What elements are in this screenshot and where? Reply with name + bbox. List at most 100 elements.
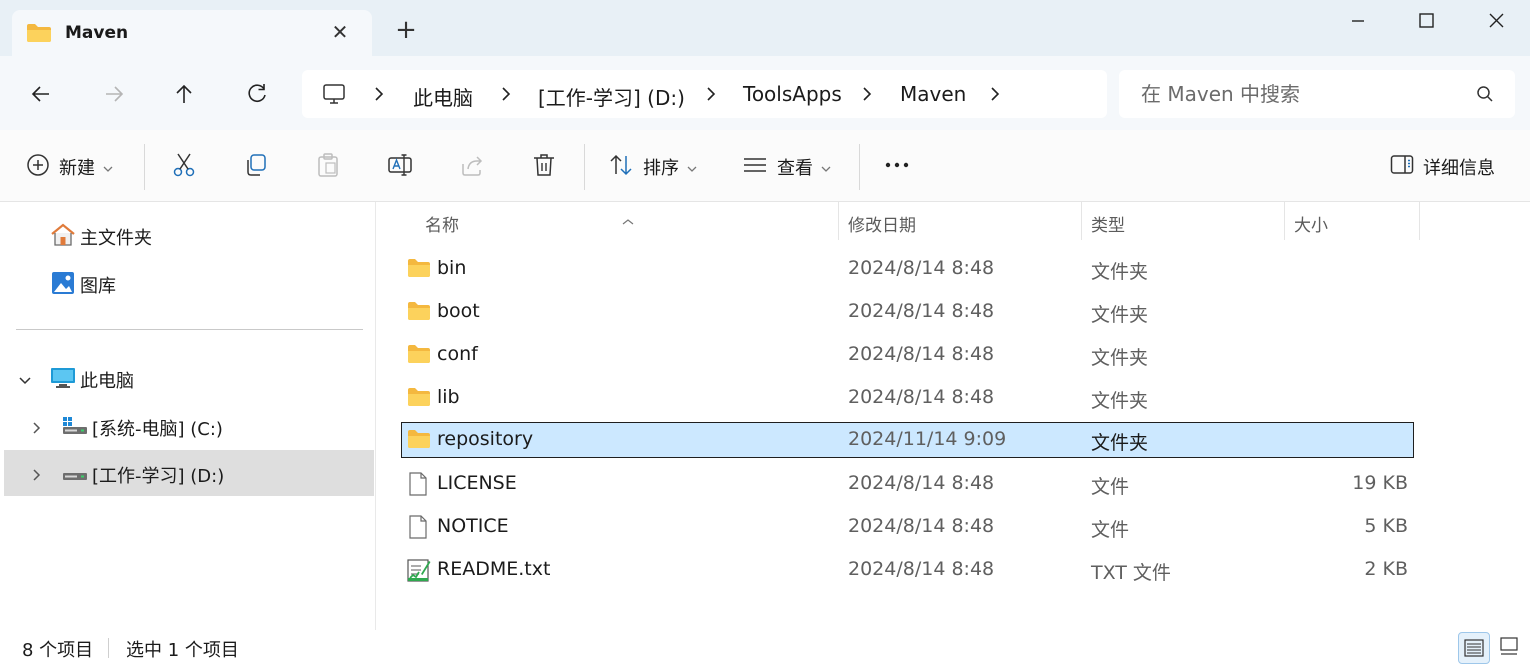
view-button[interactable]: 查看 bbox=[742, 152, 831, 182]
refresh-button[interactable] bbox=[243, 80, 271, 108]
delete-button[interactable] bbox=[531, 152, 557, 182]
share-icon bbox=[459, 152, 485, 183]
details-pane-icon bbox=[1390, 154, 1414, 181]
tab-maven[interactable]: Maven ✕ bbox=[12, 10, 372, 57]
plus-circle-icon bbox=[26, 153, 50, 182]
back-button[interactable] bbox=[27, 80, 55, 108]
file-modified: 2024/8/14 8:48 bbox=[848, 257, 995, 279]
file-type: 文件夹 bbox=[1091, 432, 1149, 454]
table-row[interactable]: lib 2024/8/14 8:48 文件夹 bbox=[401, 380, 1414, 416]
sort-button[interactable]: 排序 bbox=[608, 152, 697, 182]
chevron-right-icon[interactable] bbox=[860, 85, 874, 103]
file-size: 19 KB bbox=[1352, 472, 1408, 494]
share-button[interactable] bbox=[459, 152, 485, 182]
sidebar-item-drive-c[interactable]: [系统-电脑] (C:) bbox=[0, 403, 374, 449]
navigation-bar: 此电脑 [工作-学习] (D:) ToolsApps Maven bbox=[0, 56, 1530, 130]
file-name: NOTICE bbox=[437, 515, 509, 537]
large-icons-view-button[interactable] bbox=[1494, 632, 1526, 664]
details-pane-label: 详细信息 bbox=[1423, 158, 1495, 179]
forward-button[interactable] bbox=[100, 80, 128, 108]
folder-icon bbox=[407, 257, 431, 284]
chevron-right-icon[interactable] bbox=[988, 85, 1002, 103]
up-button[interactable] bbox=[170, 80, 198, 108]
table-row[interactable]: LICENSE 2024/8/14 8:48 文件 19 KB bbox=[401, 466, 1414, 502]
maximize-button[interactable] bbox=[1406, 8, 1446, 34]
table-row[interactable]: NOTICE 2024/8/14 8:48 文件 5 KB bbox=[401, 509, 1414, 545]
sort-icon bbox=[608, 152, 634, 183]
file-name: lib bbox=[437, 386, 460, 408]
chevron-right-icon[interactable] bbox=[31, 419, 43, 440]
file-modified: 2024/8/14 8:48 bbox=[848, 386, 995, 408]
new-button[interactable]: 新建 bbox=[26, 152, 113, 182]
selection-count: 选中 1 个项目 bbox=[126, 640, 239, 661]
column-header-type[interactable]: 类型 bbox=[1091, 211, 1125, 236]
breadcrumb-maven[interactable]: Maven bbox=[900, 82, 966, 106]
sidebar-item-label: 此电脑 bbox=[80, 371, 134, 392]
minimize-button[interactable] bbox=[1338, 8, 1378, 34]
breadcrumb-drive-d[interactable]: [工作-学习] (D:) bbox=[538, 82, 685, 111]
chevron-right-icon[interactable] bbox=[499, 85, 513, 103]
computer-icon bbox=[50, 366, 76, 395]
table-row[interactable]: bin 2024/8/14 8:48 文件夹 bbox=[401, 251, 1414, 287]
file-modified: 2024/8/14 8:48 bbox=[848, 558, 995, 580]
details-pane-button[interactable]: 详细信息 bbox=[1390, 152, 1495, 182]
rename-button[interactable] bbox=[387, 152, 413, 182]
column-divider[interactable] bbox=[1081, 202, 1082, 240]
drive-icon bbox=[62, 461, 88, 490]
copy-icon bbox=[243, 152, 269, 183]
command-bar: 新建 排序 查看 详细信息 bbox=[0, 130, 1530, 202]
sidebar-divider bbox=[16, 329, 363, 330]
column-divider[interactable] bbox=[1284, 202, 1285, 240]
column-header-name[interactable]: 名称 bbox=[425, 211, 459, 236]
file-modified: 2024/11/14 9:09 bbox=[848, 428, 1007, 450]
title-bar: Maven ✕ + bbox=[0, 0, 1530, 57]
file-name: README.txt bbox=[437, 558, 551, 580]
text-file-icon bbox=[407, 558, 431, 587]
column-header-size[interactable]: 大小 bbox=[1294, 211, 1328, 236]
more-icon bbox=[884, 152, 912, 183]
column-header-modified[interactable]: 修改日期 bbox=[848, 211, 916, 236]
status-divider bbox=[108, 638, 109, 658]
chevron-right-icon[interactable] bbox=[704, 85, 718, 103]
table-row[interactable]: boot 2024/8/14 8:48 文件夹 bbox=[401, 294, 1414, 330]
close-tab-button[interactable]: ✕ bbox=[328, 20, 352, 44]
copy-button[interactable] bbox=[243, 152, 269, 182]
table-row[interactable]: conf 2024/8/14 8:48 文件夹 bbox=[401, 337, 1414, 373]
file-type: 文件夹 bbox=[1091, 390, 1149, 412]
chevron-down-icon[interactable] bbox=[18, 371, 32, 392]
column-header-row: 名称 修改日期 类型 大小 bbox=[377, 202, 1420, 242]
drive-icon bbox=[62, 414, 88, 443]
sidebar-item-home[interactable]: 主文件夹 bbox=[0, 212, 374, 258]
sidebar-item-label: 图库 bbox=[80, 276, 116, 297]
sidebar-item-this-pc[interactable]: 此电脑 bbox=[0, 355, 374, 401]
home-icon bbox=[50, 223, 76, 252]
search-box[interactable] bbox=[1119, 70, 1515, 118]
close-window-button[interactable] bbox=[1476, 8, 1516, 34]
sidebar-item-gallery[interactable]: 图库 bbox=[0, 260, 374, 306]
file-name: boot bbox=[437, 300, 480, 322]
table-row[interactable]: README.txt 2024/8/14 8:48 TXT 文件 2 KB bbox=[401, 552, 1414, 588]
chevron-right-icon[interactable] bbox=[372, 85, 386, 103]
more-options-button[interactable] bbox=[884, 152, 912, 182]
breadcrumb-toolsapps[interactable]: ToolsApps bbox=[743, 82, 842, 106]
column-divider[interactable] bbox=[838, 202, 839, 240]
new-tab-button[interactable]: + bbox=[393, 17, 419, 43]
search-input[interactable] bbox=[1119, 70, 1459, 118]
breadcrumb-this-pc[interactable]: 此电脑 bbox=[413, 82, 473, 111]
table-row-selected[interactable]: repository 2024/11/14 9:09 文件夹 bbox=[401, 422, 1414, 458]
toolbar-divider bbox=[144, 144, 145, 190]
search-icon[interactable] bbox=[1476, 85, 1494, 107]
folder-icon bbox=[407, 386, 431, 413]
cut-button[interactable] bbox=[171, 152, 197, 182]
file-modified: 2024/8/14 8:48 bbox=[848, 515, 995, 537]
details-view-button[interactable] bbox=[1458, 632, 1490, 664]
sidebar-item-label: [系统-电脑] (C:) bbox=[92, 419, 223, 440]
column-divider[interactable] bbox=[1419, 202, 1420, 240]
paste-button[interactable] bbox=[315, 152, 341, 182]
sidebar-item-label: 主文件夹 bbox=[80, 228, 152, 249]
sort-ascending-icon bbox=[621, 211, 635, 231]
computer-icon bbox=[322, 82, 346, 110]
sidebar-item-drive-d[interactable]: [工作-学习] (D:) bbox=[4, 450, 374, 496]
address-bar[interactable]: 此电脑 [工作-学习] (D:) ToolsApps Maven bbox=[302, 70, 1107, 118]
chevron-right-icon[interactable] bbox=[31, 466, 43, 487]
